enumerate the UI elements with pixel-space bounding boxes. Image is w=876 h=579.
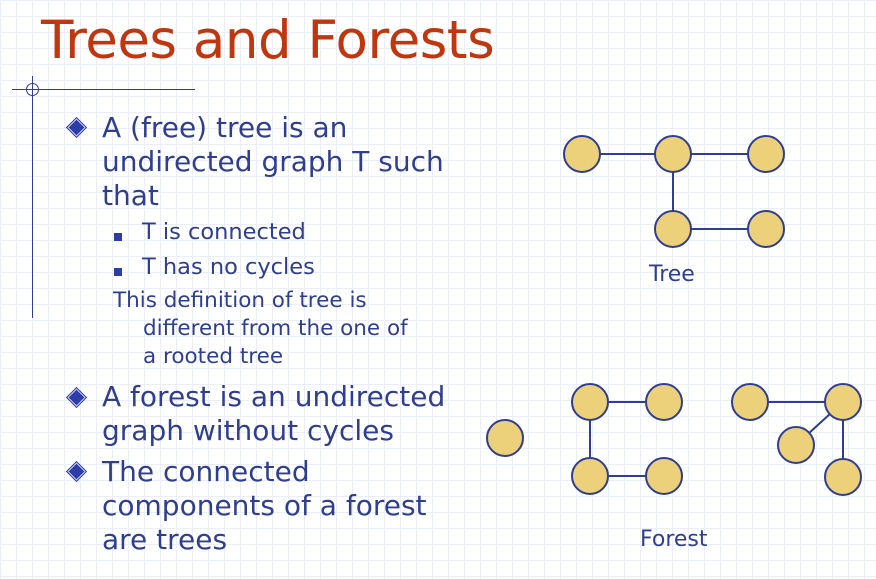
forest-node [486, 419, 524, 457]
forest-node [645, 457, 683, 495]
tree-caption: Tree [649, 262, 695, 287]
graph-diagrams [486, 135, 862, 496]
forest-node [571, 457, 609, 495]
tree-node [747, 135, 785, 173]
forest-node [731, 383, 769, 421]
forest-node [571, 383, 609, 421]
forest-node [824, 383, 862, 421]
forest-diagram [486, 383, 862, 496]
tree-node [654, 135, 692, 173]
forest-node [645, 383, 683, 421]
tree-diagram [563, 135, 785, 248]
forest-node [824, 458, 862, 496]
tree-node [654, 210, 692, 248]
tree-node [747, 210, 785, 248]
forest-node [777, 426, 815, 464]
forest-caption: Forest [640, 527, 708, 552]
tree-node [563, 135, 601, 173]
